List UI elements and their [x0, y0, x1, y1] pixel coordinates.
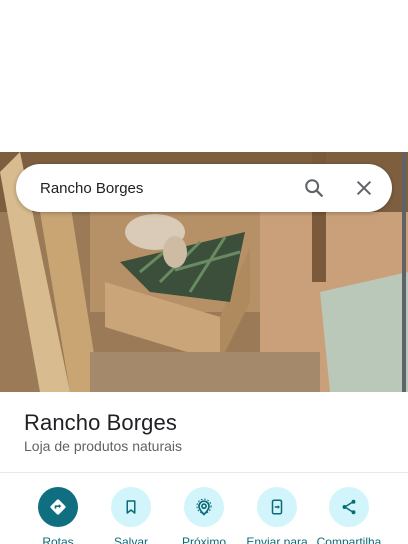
- scrollbar[interactable]: [402, 152, 406, 404]
- nearby-label: Próximo: [181, 535, 226, 544]
- search-bar[interactable]: Rancho Borges: [16, 164, 392, 212]
- action-row: Rotas Salvar Próximo Enviar para Compart…: [0, 487, 408, 544]
- bookmark-icon: [111, 487, 151, 527]
- nearby-button[interactable]: Próximo: [166, 487, 242, 544]
- send-to-phone-icon: [257, 487, 297, 527]
- directions-button[interactable]: Rotas: [20, 487, 96, 544]
- send-to-phone-button[interactable]: Enviar para: [239, 487, 315, 544]
- place-category: Loja de produtos naturais: [24, 438, 182, 454]
- place-panel: Rancho Borges Loja de produtos naturais …: [0, 392, 408, 544]
- close-icon[interactable]: [352, 176, 376, 200]
- save-label: Salvar: [113, 535, 148, 544]
- search-input[interactable]: Rancho Borges: [40, 180, 302, 197]
- map-blank-area: [0, 0, 408, 152]
- place-title: Rancho Borges: [24, 410, 177, 435]
- send-to-phone-label: Enviar para: [246, 535, 308, 544]
- share-label: Compartilha: [316, 535, 382, 544]
- directions-icon: [38, 487, 78, 527]
- search-icon[interactable]: [302, 176, 326, 200]
- share-icon: [329, 487, 369, 527]
- divider: [0, 472, 408, 473]
- save-button[interactable]: Salvar: [93, 487, 169, 544]
- nearby-icon: [184, 487, 224, 527]
- directions-label: Rotas: [42, 535, 74, 544]
- share-button[interactable]: Compartilha: [311, 487, 387, 544]
